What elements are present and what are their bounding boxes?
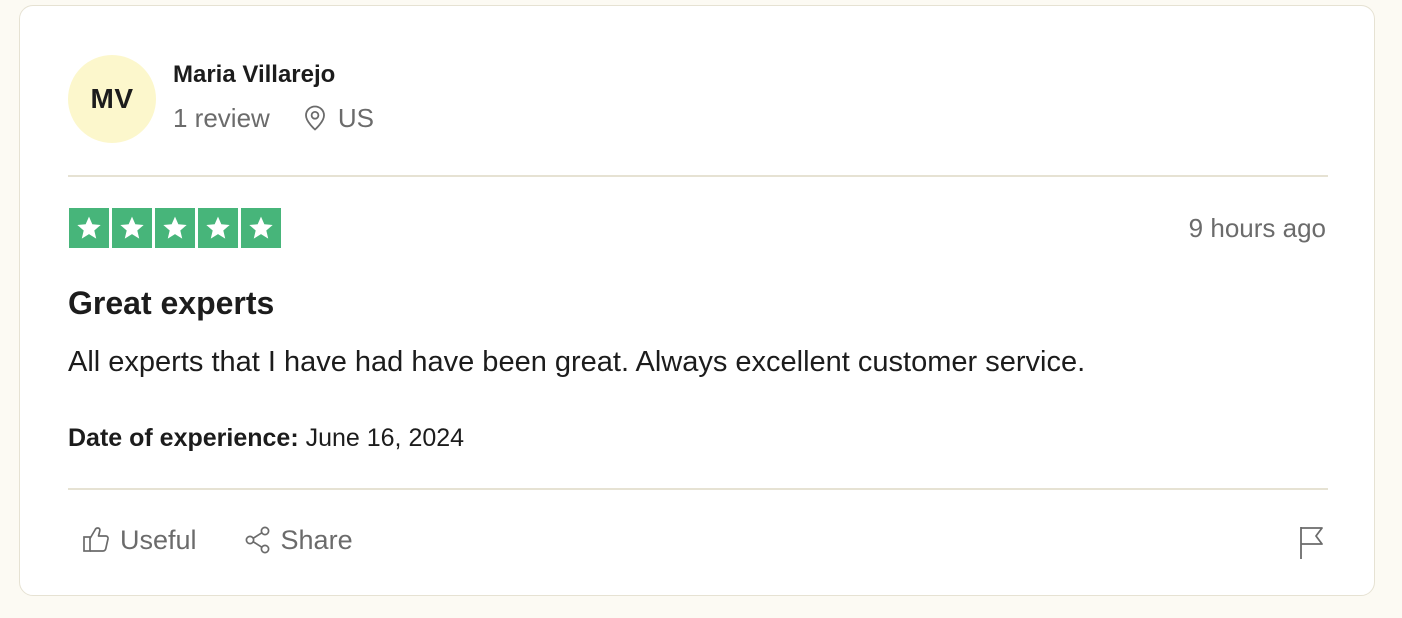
divider (68, 488, 1328, 490)
star-icon (198, 208, 238, 248)
star-rating (69, 208, 281, 248)
consumer-details: Maria Villarejo 1 review US (173, 55, 374, 133)
review-actions: Useful Share (82, 524, 353, 556)
report-button[interactable] (1298, 525, 1326, 566)
location-pin-icon (304, 105, 325, 131)
star-icon (112, 208, 152, 248)
star-icon (155, 208, 195, 248)
review-title[interactable]: Great experts (68, 284, 274, 322)
consumer-location: US (304, 103, 374, 133)
share-icon (245, 526, 269, 554)
useful-button[interactable]: Useful (82, 524, 197, 556)
star-icon (241, 208, 281, 248)
thumbs-up-icon (83, 527, 109, 552)
location-label: US (337, 103, 374, 133)
consumer-meta: 1 review US (173, 103, 374, 133)
share-button[interactable]: Share (243, 524, 353, 556)
experience-date: June 16, 2024 (305, 424, 465, 452)
review-count: 1 review (173, 103, 270, 133)
review-text: All experts that I have had have been gr… (68, 346, 1086, 378)
divider (68, 175, 1328, 177)
review-card: MV Maria Villarejo 1 review US 9 hours a… (19, 5, 1375, 596)
consumer-info: MV Maria Villarejo 1 review US (68, 55, 374, 143)
avatar[interactable]: MV (68, 55, 156, 143)
share-label: Share (280, 525, 353, 555)
date-of-experience: Date of experience: June 16, 2024 (68, 423, 464, 453)
flag-icon (1300, 527, 1323, 559)
useful-label: Useful (120, 525, 197, 555)
consumer-name[interactable]: Maria Villarejo (173, 61, 374, 89)
star-icon (69, 208, 109, 248)
review-time: 9 hours ago (1188, 213, 1326, 243)
avatar-initials: MV (90, 83, 134, 114)
experience-label: Date of experience: (68, 424, 299, 452)
